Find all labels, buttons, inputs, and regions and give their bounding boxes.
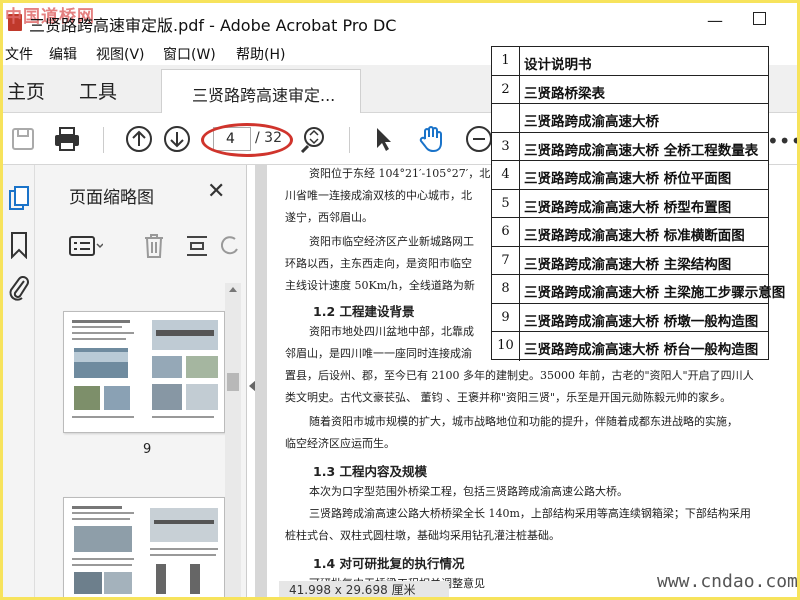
crop-pages-icon[interactable] — [185, 233, 209, 259]
acrobat-window: 中国道桥网 三贤路跨高速审定版.pdf - Adobe Acrobat Pro … — [3, 3, 797, 597]
zoom-out-icon[interactable] — [465, 125, 493, 153]
doc-line: 主线设计速度 50Km/h，全线道路为新 — [285, 279, 475, 292]
scroll-up-arrow-icon[interactable] — [229, 287, 237, 292]
title-bar: 中国道桥网 三贤路跨高速审定版.pdf - Adobe Acrobat Pro … — [3, 3, 797, 41]
hand-tool-icon[interactable] — [417, 125, 445, 153]
menu-help[interactable]: 帮助(H) — [236, 44, 285, 64]
page-size-status: 41.998 x 29.698 厘米 — [279, 581, 449, 597]
more-tools-icon[interactable]: ••• — [767, 129, 797, 153]
row-number: 8 — [492, 275, 520, 303]
page-thumbnail[interactable] — [63, 497, 225, 597]
thumbnail-options-icon[interactable] — [69, 235, 103, 257]
page-thumbnail[interactable] — [63, 311, 225, 433]
thumbnails-pane: 页面缩略图 ✕ 9 — [35, 165, 247, 597]
tab-tools[interactable]: 工具 — [79, 77, 117, 104]
toolbar-divider — [103, 127, 104, 153]
row-title: 三贤路跨成渝高速大桥 主梁施工步骤示意图 — [524, 285, 786, 301]
thumbnail-preview-image — [72, 320, 218, 418]
table-row: 10 三贤路跨成渝高速大桥 桥台一般构造图 — [492, 332, 768, 361]
menu-file[interactable]: 文件 — [5, 44, 33, 64]
attachment-icon[interactable] — [8, 273, 30, 303]
menu-edit[interactable]: 编辑 — [49, 44, 77, 64]
row-number: 3 — [492, 132, 520, 160]
menu-window[interactable]: 窗口(W) — [163, 44, 216, 64]
doc-line: 资阳市临空经济区产业新城路网工 — [309, 235, 474, 248]
doc-line: 资阳市地处四川盆地中部，北靠成 — [309, 325, 474, 338]
row-number: 4 — [492, 161, 520, 189]
table-row: 6 三贤路跨成渝高速大桥 标准横断面图 — [492, 218, 768, 247]
table-row: 7 三贤路跨成渝高速大桥 主梁结构图 — [492, 246, 768, 275]
print-icon[interactable] — [53, 125, 81, 153]
doc-line: 置县，后设州、郡，至今已有 2100 多年的建制史。35000 年前，古老的"资… — [285, 369, 754, 382]
table-row: 4 三贤路跨成渝高速大桥 桥位平面图 — [492, 161, 768, 190]
tab-home[interactable]: 主页 — [7, 77, 45, 104]
row-title: 三贤路跨成渝高速大桥 — [524, 114, 659, 130]
delete-icon[interactable] — [143, 233, 165, 259]
row-title: 设计说明书 — [524, 57, 592, 73]
doc-line: 环路以西，主东西走向，是资阳市临空 — [285, 257, 472, 270]
row-title: 三贤路跨成渝高速大桥 桥位平面图 — [524, 171, 732, 187]
doc-line: 川省唯一连接成渝双核的中心城市，北 — [285, 189, 472, 202]
maximize-icon[interactable] — [753, 12, 766, 25]
row-title: 三贤路跨成渝高速大桥 全桥工程数量表 — [524, 142, 759, 159]
row-title: 三贤路桥梁表 — [524, 85, 605, 102]
thumbnail-preview-image — [72, 506, 218, 594]
minimize-icon[interactable]: — — [707, 11, 723, 30]
table-row: 2 三贤路桥梁表 — [492, 75, 768, 104]
row-number: 5 — [492, 189, 520, 217]
thumbnail-page-number: 9 — [143, 442, 152, 457]
window-title: 三贤路跨高速审定版.pdf - Adobe Acrobat Pro DC — [29, 16, 397, 35]
row-number — [492, 104, 520, 132]
tab-document[interactable]: 三贤路跨高速审定... — [161, 69, 361, 113]
table-row: 5 三贤路跨成渝高速大桥 桥型布置图 — [492, 189, 768, 218]
site-watermark: www.cndao.com — [657, 571, 797, 592]
doc-line: 资阳位于东经 104°21′-105°27′，北 — [309, 167, 491, 180]
row-title: 三贤路跨成渝高速大桥 桥墩一般构造图 — [524, 313, 759, 330]
prev-page-icon[interactable] — [125, 125, 153, 153]
doc-line: 桩柱式台、双柱式圆柱墩，基础均采用钻孔灌注桩基础。 — [285, 529, 560, 542]
table-row: 三贤路跨成渝高速大桥 — [492, 104, 768, 133]
left-nav-rail — [3, 165, 35, 597]
row-number: 7 — [492, 246, 520, 274]
row-number: 2 — [492, 75, 520, 103]
section-heading: 1.2 工程建设背景 — [313, 304, 415, 319]
table-row: 8 三贤路跨成渝高速大桥 主梁施工步骤示意图 — [492, 275, 785, 304]
save-icon[interactable] — [9, 125, 37, 153]
row-number: 1 — [492, 47, 520, 75]
next-page-icon[interactable] — [163, 125, 191, 153]
doc-line: 临空经济区应运而生。 — [285, 437, 395, 450]
bookmark-icon[interactable] — [9, 231, 29, 259]
section-heading: 1.3 工程内容及规模 — [313, 464, 427, 479]
doc-line: 类文明史。古代文豪苌弘、 董钧 、王褒并称"资阳三贤"，乐至是开国元勋陈毅元帅的… — [285, 391, 732, 404]
doc-line: 三贤路跨成渝高速公路大桥桥梁全长 140m，上部结构采用等高连续钢箱梁；下部结构… — [309, 507, 751, 520]
toolbar-divider — [349, 127, 350, 153]
close-icon[interactable]: ✕ — [207, 179, 225, 204]
select-cursor-icon[interactable] — [369, 125, 397, 153]
red-annotation-circle — [201, 123, 293, 157]
doc-line: 邻眉山，是四川唯一一座同时连接成渝 — [285, 347, 472, 360]
table-row: 3 三贤路跨成渝高速大桥 全桥工程数量表 — [492, 132, 768, 161]
pane-title: 页面缩略图 — [69, 188, 154, 208]
table-row: 1 设计说明书 — [492, 47, 768, 76]
row-title: 三贤路跨成渝高速大桥 桥型布置图 — [524, 199, 732, 216]
table-row: 9 三贤路跨成渝高速大桥 桥墩一般构造图 — [492, 303, 768, 332]
doc-line: 遂宁，西邻眉山。 — [285, 211, 373, 224]
page-thumbnails-icon[interactable] — [7, 185, 31, 213]
drawing-list-table: 1 设计说明书 2 三贤路桥梁表 三贤路跨成渝高速大桥 3 三贤路跨成渝高速大桥… — [491, 46, 785, 361]
thumbnail-tools — [69, 233, 239, 261]
row-number: 10 — [492, 332, 520, 361]
scrollbar-thumb[interactable] — [227, 373, 239, 391]
section-heading: 1.4 对可研批复的执行情况 — [313, 556, 465, 571]
row-title: 三贤路跨成渝高速大桥 桥台一般构造图 — [524, 342, 759, 358]
rotate-icon[interactable] — [221, 235, 239, 257]
row-number: 9 — [492, 303, 520, 331]
zoom-icon[interactable] — [299, 125, 327, 153]
menu-view[interactable]: 视图(V) — [96, 44, 145, 64]
doc-line: 随着资阳市城市规模的扩大，城市战略地位和功能的提升，伴随着成都东进战略的实施， — [309, 415, 738, 428]
row-title: 三贤路跨成渝高速大桥 主梁结构图 — [524, 256, 732, 273]
row-title: 三贤路跨成渝高速大桥 标准横断面图 — [524, 228, 745, 244]
row-number: 6 — [492, 218, 520, 246]
doc-line: 本次为口字型范围外桥梁工程，包括三贤路跨成渝高速公路大桥。 — [309, 485, 628, 498]
thumbnail-scrollbar[interactable] — [225, 283, 241, 597]
